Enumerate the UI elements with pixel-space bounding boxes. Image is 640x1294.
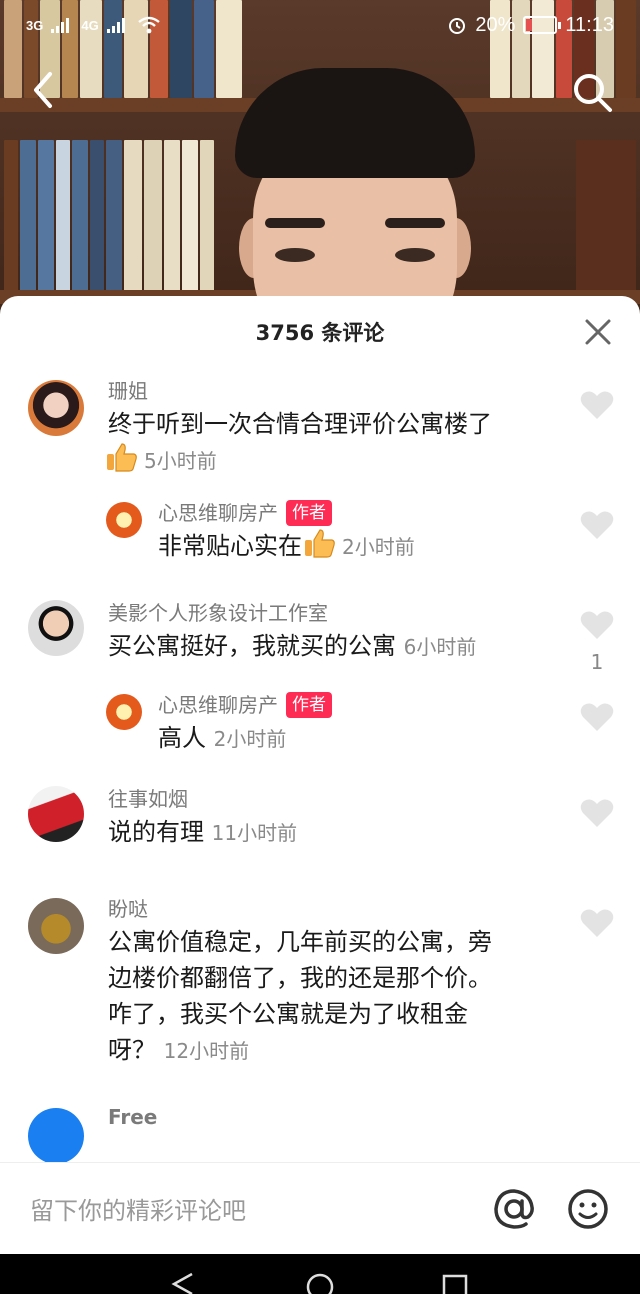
author-badge: 作者 [286,500,332,526]
comment-time: 6小时前 [403,635,477,659]
hair [235,68,475,178]
comment-count-title: 3756 条评论 [255,321,385,345]
status-left: 3G 4G [26,16,161,34]
system-nav-bar [0,1254,640,1294]
comment-input-bar: 留下你的精彩评论吧 [0,1162,640,1254]
close-icon[interactable] [584,318,612,346]
sheet-header: 3756 条评论 [0,296,640,368]
avatar[interactable] [28,786,84,842]
signal-4g: 4G [81,17,99,33]
comment-body: 买公寓挺好，我就买的公寓 [108,632,396,660]
reply-username[interactable]: 心思维聊房产 [158,693,278,717]
comment-time: 12小时前 [163,1039,250,1063]
status-bar: 3G 4G 20% 11:13 [0,0,640,50]
heart-icon[interactable] [580,510,614,540]
wifi-icon [137,16,160,34]
comment-input[interactable]: 留下你的精彩评论吧 [30,1191,492,1226]
comment-username[interactable]: 美影个人形象设计工作室 [108,598,560,628]
comment-meta: 5小时前 [106,442,560,474]
emoji-icon[interactable] [566,1187,610,1231]
comment-item: Free [0,1102,640,1162]
comment-username[interactable]: 珊姐 [108,376,560,406]
nav-recents-icon[interactable] [442,1272,468,1294]
heart-icon[interactable] [580,798,614,828]
alarm-icon [449,18,466,34]
comment-username[interactable]: Free [108,1102,560,1132]
comment-time: 2小时前 [342,535,415,559]
clock: 11:13 [565,13,614,36]
eye [275,248,315,262]
avatar[interactable] [28,600,84,656]
nav-home-icon[interactable] [305,1272,335,1294]
avatar[interactable] [28,898,84,954]
reply-text: 非常贴心实在 [158,532,302,560]
eyebrow [265,218,325,228]
comment-text-line: 呀？ 12小时前 [108,1032,560,1069]
comment-reply: 心思维聊房产 作者 高人 2小时前 [0,680,640,784]
heart-icon[interactable] [580,702,614,732]
comment-text-line: 边楼价都翻倍了，我的还是那个价。 [108,964,492,992]
battery-icon [523,16,562,34]
thumbs-up-icon [305,529,335,558]
heart-icon[interactable] [580,908,614,938]
thumbs-up-icon [107,443,137,472]
avatar[interactable] [106,502,142,538]
reply-text: 高人 [158,724,206,752]
avatar[interactable] [28,380,84,436]
comment-text: 买公寓挺好，我就买的公寓 6小时前 [108,628,560,665]
status-right: 20% 11:13 [447,14,614,37]
comment-sheet: 3756 条评论 珊姐 终于听到一次合情合理评价公寓楼了 5小时前 心思维聊房产… [0,296,640,1254]
nav-back-icon[interactable] [170,1272,196,1294]
author-badge: 作者 [286,692,332,718]
heart-icon[interactable] [580,390,614,420]
comment-username[interactable]: 往事如烟 [108,784,560,814]
comment-list[interactable]: 珊姐 终于听到一次合情合理评价公寓楼了 5小时前 心思维聊房产 作者 非常贴心实在… [0,376,640,1162]
comment-text-line: 公寓价值稳定，几年前买的公寓，旁 [108,928,492,956]
comment-text-line: 咋了，我买个公寓就是为了收租金 [108,1000,468,1028]
avatar[interactable] [28,1108,84,1162]
signal-bars-icon [106,18,125,33]
comment-text: 高人 2小时前 [158,720,560,757]
avatar[interactable] [106,694,142,730]
like-control[interactable]: 1 [580,610,614,674]
comment-text: 说的有理 11小时前 [108,814,560,851]
comment-text-last: 呀？ [108,1036,156,1064]
comment-body: 说的有理 [108,818,204,846]
signal-bars-icon [51,18,70,33]
presenter [225,68,485,330]
comment-time: 5小时前 [144,449,217,473]
at-icon[interactable] [492,1187,536,1231]
comment-item: 美影个人形象设计工作室 买公寓挺好，我就买的公寓 6小时前 1 [0,588,640,680]
comment-time: 11小时前 [211,821,298,845]
eyebrow [385,218,445,228]
heart-icon[interactable] [580,610,614,640]
comment-item: 盼哒 公寓价值稳定，几年前买的公寓，旁 边楼价都翻倍了，我的还是那个价。 咋了，… [0,894,640,1102]
like-count: 1 [590,650,604,674]
signal-3g: 3G [26,17,44,33]
comment-text: 终于听到一次合情合理评价公寓楼了 [108,410,492,438]
comment-text: 非常贴心实在 2小时前 [158,528,560,565]
comment-reply: 心思维聊房产 作者 非常贴心实在 2小时前 [0,488,640,588]
reply-username[interactable]: 心思维聊房产 [158,501,278,525]
comment-item: 往事如烟 说的有理 11小时前 [0,784,640,894]
search-icon[interactable] [570,70,614,114]
battery-percent: 20% [475,13,516,36]
comment-username[interactable]: 心思维聊房产 作者 [158,690,560,720]
eye [395,248,435,262]
comment-username[interactable]: 盼哒 [108,894,560,924]
back-icon[interactable] [26,70,62,110]
comment-time: 2小时前 [213,727,287,751]
comment-item: 珊姐 终于听到一次合情合理评价公寓楼了 5小时前 [0,376,640,488]
comment-username[interactable]: 心思维聊房产 作者 [158,498,560,528]
